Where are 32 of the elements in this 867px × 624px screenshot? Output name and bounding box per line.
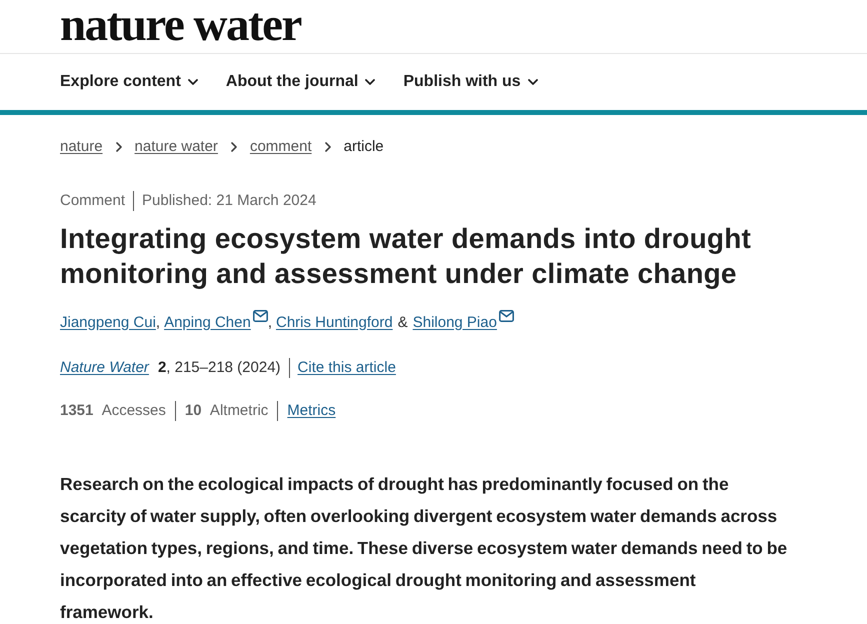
- cite-link[interactable]: Cite this article: [298, 357, 396, 380]
- caret-icon: [188, 79, 198, 85]
- caret-icon: [365, 79, 376, 85]
- author-link[interactable]: Jiangpeng Cui: [60, 312, 156, 334]
- nav-menu-button[interactable]: Publish with us: [403, 70, 538, 94]
- breadcrumb-link[interactable]: nature: [60, 136, 103, 158]
- author-link[interactable]: Chris Huntingford: [276, 312, 393, 334]
- chevron-right-icon: [324, 142, 331, 152]
- author-separator: &: [398, 312, 408, 332]
- nav-menu-button[interactable]: About the journal: [226, 70, 376, 94]
- nav-menu-button[interactable]: Explore content: [60, 70, 198, 94]
- abstract-paragraph: Research on the ecological impacts of drought has predominantly focused on the scarcity of water supply, often overlooking divergent ecosystem water demands across vegetation types, regions, and time. These diverse ecosystem water demands need to be incorporated into an effective ecological drought monitoring and assessment framework.: [60, 473, 788, 624]
- article-title: Integrating ecosystem water demands into drought monitoring and assessment under climate change: [60, 222, 752, 290]
- breadcrumb-current: article: [344, 136, 384, 157]
- site-logo[interactable]: nature water: [60, 1, 301, 49]
- author-separator: ,: [268, 312, 272, 332]
- metric-count: 1351 Accesses: [60, 400, 166, 420]
- metrics-link[interactable]: Metrics: [287, 400, 336, 422]
- author-separator: ,: [156, 312, 160, 332]
- volume-number: 2: [158, 358, 166, 378]
- author-link[interactable]: Shilong Piao: [412, 312, 497, 334]
- breadcrumb-link[interactable]: comment: [250, 136, 312, 158]
- article-type: Comment: [60, 191, 126, 211]
- journal-link[interactable]: Nature Water: [60, 357, 149, 380]
- chevron-right-icon: [230, 142, 237, 152]
- metric-count: 10 Altmetric: [184, 400, 268, 420]
- author-link[interactable]: Anping Chen: [164, 312, 251, 334]
- page-range: , 215–218 (2024): [166, 358, 281, 378]
- caret-icon: [528, 79, 538, 85]
- publish-date: Published: 21 March 2024: [142, 191, 316, 211]
- chevron-right-icon: [116, 142, 122, 152]
- breadcrumb-link[interactable]: nature water: [134, 136, 218, 158]
